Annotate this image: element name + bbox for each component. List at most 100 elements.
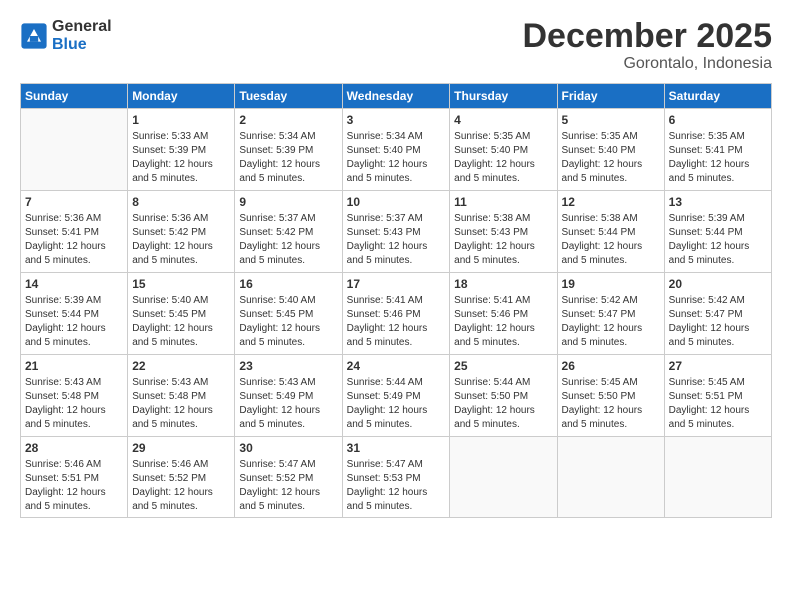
day-number: 17 <box>347 276 446 293</box>
day-number: 22 <box>132 358 230 375</box>
day-info-line: and 5 minutes. <box>454 172 552 186</box>
day-info-line: Sunrise: 5:44 AM <box>347 376 446 390</box>
day-info-line: Sunrise: 5:43 AM <box>132 376 230 390</box>
calendar-week-row: 21Sunrise: 5:43 AMSunset: 5:48 PMDayligh… <box>21 355 772 437</box>
day-info-line: and 5 minutes. <box>239 336 337 350</box>
day-info-line: Sunrise: 5:39 AM <box>669 212 767 226</box>
day-info-line: Sunset: 5:52 PM <box>132 472 230 486</box>
calendar-cell: 13Sunrise: 5:39 AMSunset: 5:44 PMDayligh… <box>664 191 771 273</box>
day-info-line: and 5 minutes. <box>347 336 446 350</box>
day-info-line: Sunrise: 5:45 AM <box>562 376 660 390</box>
day-info-line: Sunrise: 5:47 AM <box>239 458 337 472</box>
day-number: 8 <box>132 194 230 211</box>
day-info-line: Sunrise: 5:43 AM <box>25 376 123 390</box>
calendar-cell: 14Sunrise: 5:39 AMSunset: 5:44 PMDayligh… <box>21 273 128 355</box>
day-number: 13 <box>669 194 767 211</box>
day-info-line: Daylight: 12 hours <box>132 158 230 172</box>
day-info-line: Daylight: 12 hours <box>25 322 123 336</box>
day-info-line: Sunrise: 5:46 AM <box>132 458 230 472</box>
day-info-line: and 5 minutes. <box>132 254 230 268</box>
calendar-cell: 25Sunrise: 5:44 AMSunset: 5:50 PMDayligh… <box>450 355 557 437</box>
day-info-line: and 5 minutes. <box>562 172 660 186</box>
day-info-line: Daylight: 12 hours <box>132 486 230 500</box>
day-number: 26 <box>562 358 660 375</box>
day-number: 28 <box>25 440 123 457</box>
calendar-cell: 11Sunrise: 5:38 AMSunset: 5:43 PMDayligh… <box>450 191 557 273</box>
day-info-line: Daylight: 12 hours <box>347 322 446 336</box>
day-info-line: Sunrise: 5:37 AM <box>347 212 446 226</box>
day-info-line: and 5 minutes. <box>25 336 123 350</box>
calendar-day-header: Wednesday <box>342 84 450 109</box>
day-info-line: Sunrise: 5:38 AM <box>454 212 552 226</box>
calendar-cell: 30Sunrise: 5:47 AMSunset: 5:52 PMDayligh… <box>235 437 342 518</box>
day-info-line: Daylight: 12 hours <box>562 322 660 336</box>
day-info-line: Sunset: 5:46 PM <box>347 308 446 322</box>
calendar-cell: 4Sunrise: 5:35 AMSunset: 5:40 PMDaylight… <box>450 109 557 191</box>
day-info-line: Sunset: 5:40 PM <box>347 144 446 158</box>
day-number: 7 <box>25 194 123 211</box>
day-info-line: and 5 minutes. <box>25 500 123 514</box>
day-info-line: Daylight: 12 hours <box>347 240 446 254</box>
page-container: General Blue December 2025 Gorontalo, In… <box>0 0 792 528</box>
day-info-line: Sunset: 5:40 PM <box>562 144 660 158</box>
calendar-cell: 10Sunrise: 5:37 AMSunset: 5:43 PMDayligh… <box>342 191 450 273</box>
day-info-line: Daylight: 12 hours <box>347 404 446 418</box>
day-number: 1 <box>132 112 230 129</box>
day-number: 12 <box>562 194 660 211</box>
day-number: 25 <box>454 358 552 375</box>
calendar-week-row: 14Sunrise: 5:39 AMSunset: 5:44 PMDayligh… <box>21 273 772 355</box>
day-info-line: Sunset: 5:40 PM <box>454 144 552 158</box>
day-info-line: Sunrise: 5:39 AM <box>25 294 123 308</box>
day-info-line: and 5 minutes. <box>562 418 660 432</box>
day-info-line: and 5 minutes. <box>562 254 660 268</box>
day-info-line: Daylight: 12 hours <box>132 240 230 254</box>
day-info-line: Sunrise: 5:35 AM <box>454 130 552 144</box>
logo: General Blue <box>20 18 112 53</box>
day-info-line: and 5 minutes. <box>669 336 767 350</box>
day-info-line: and 5 minutes. <box>669 172 767 186</box>
day-info-line: Sunset: 5:39 PM <box>132 144 230 158</box>
day-number: 3 <box>347 112 446 129</box>
day-info-line: Daylight: 12 hours <box>669 322 767 336</box>
day-number: 20 <box>669 276 767 293</box>
calendar-day-header: Monday <box>128 84 235 109</box>
day-info-line: and 5 minutes. <box>132 172 230 186</box>
day-info-line: Daylight: 12 hours <box>239 158 337 172</box>
day-info-line: Daylight: 12 hours <box>454 240 552 254</box>
day-number: 31 <box>347 440 446 457</box>
calendar-cell: 21Sunrise: 5:43 AMSunset: 5:48 PMDayligh… <box>21 355 128 437</box>
day-info-line: Sunset: 5:44 PM <box>562 226 660 240</box>
day-info-line: Daylight: 12 hours <box>239 322 337 336</box>
day-info-line: Sunrise: 5:37 AM <box>239 212 337 226</box>
day-number: 29 <box>132 440 230 457</box>
day-info-line: Sunset: 5:44 PM <box>25 308 123 322</box>
day-number: 19 <box>562 276 660 293</box>
day-info-line: Daylight: 12 hours <box>454 158 552 172</box>
calendar-cell: 23Sunrise: 5:43 AMSunset: 5:49 PMDayligh… <box>235 355 342 437</box>
calendar-cell: 3Sunrise: 5:34 AMSunset: 5:40 PMDaylight… <box>342 109 450 191</box>
day-info-line: Sunset: 5:49 PM <box>347 390 446 404</box>
day-info-line: Daylight: 12 hours <box>239 240 337 254</box>
day-info-line: Daylight: 12 hours <box>454 322 552 336</box>
day-info-line: Sunrise: 5:34 AM <box>239 130 337 144</box>
day-info-line: and 5 minutes. <box>25 418 123 432</box>
day-number: 9 <box>239 194 337 211</box>
day-info-line: Sunrise: 5:33 AM <box>132 130 230 144</box>
day-number: 2 <box>239 112 337 129</box>
calendar-cell: 19Sunrise: 5:42 AMSunset: 5:47 PMDayligh… <box>557 273 664 355</box>
calendar-cell: 20Sunrise: 5:42 AMSunset: 5:47 PMDayligh… <box>664 273 771 355</box>
calendar-cell: 28Sunrise: 5:46 AMSunset: 5:51 PMDayligh… <box>21 437 128 518</box>
day-info-line: and 5 minutes. <box>347 418 446 432</box>
day-info-line: Sunset: 5:42 PM <box>239 226 337 240</box>
day-info-line: and 5 minutes. <box>669 254 767 268</box>
calendar-cell: 16Sunrise: 5:40 AMSunset: 5:45 PMDayligh… <box>235 273 342 355</box>
day-info-line: Sunset: 5:43 PM <box>454 226 552 240</box>
day-number: 5 <box>562 112 660 129</box>
day-info-line: Sunrise: 5:41 AM <box>454 294 552 308</box>
day-info-line: Sunset: 5:46 PM <box>454 308 552 322</box>
calendar-cell: 8Sunrise: 5:36 AMSunset: 5:42 PMDaylight… <box>128 191 235 273</box>
day-info-line: Sunrise: 5:36 AM <box>25 212 123 226</box>
calendar-day-header: Friday <box>557 84 664 109</box>
day-number: 24 <box>347 358 446 375</box>
day-info-line: and 5 minutes. <box>239 418 337 432</box>
